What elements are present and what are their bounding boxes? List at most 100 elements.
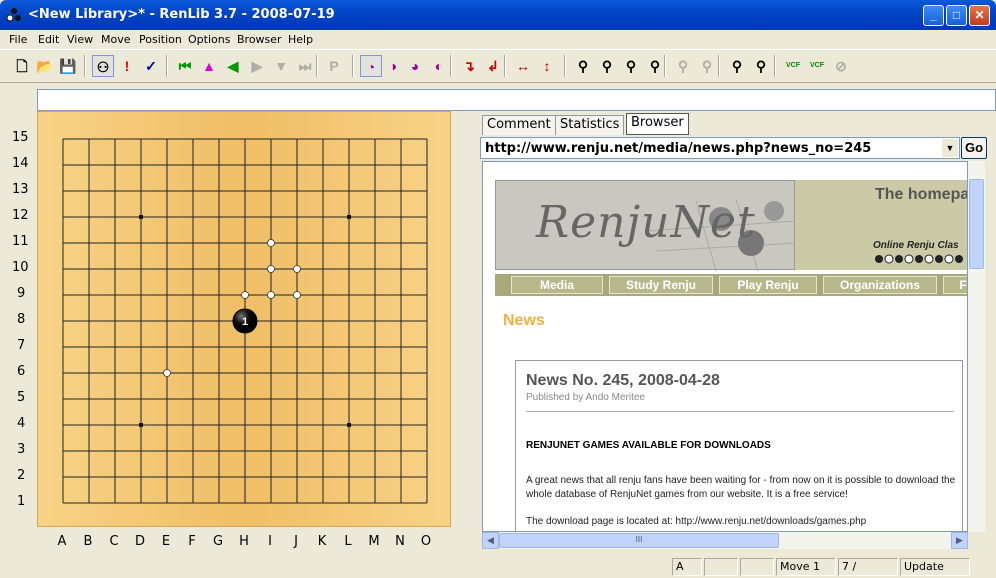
status-cell-3: [740, 558, 774, 576]
search-next-icon[interactable]: ⚲: [596, 55, 618, 77]
board-grid[interactable]: 1: [38, 112, 452, 528]
star-point: [347, 423, 351, 427]
rank-label: 1: [17, 494, 26, 509]
vcf-white-icon[interactable]: VCF: [806, 55, 828, 77]
new-file-icon[interactable]: 🗋: [11, 55, 33, 77]
rank-label: 4: [17, 416, 26, 431]
file-label: B: [83, 534, 93, 549]
tab-comment[interactable]: Comment: [482, 115, 556, 135]
find-next-icon[interactable]: ⚲: [750, 55, 772, 77]
horizontal-scroll-thumb[interactable]: III: [499, 533, 779, 548]
maximize-button[interactable]: □: [946, 5, 967, 26]
nav-play-renju[interactable]: Play Renju: [719, 276, 817, 294]
flip-horizontal-icon[interactable]: ↔: [512, 55, 534, 77]
rotate-90-icon[interactable]: ◑: [382, 55, 404, 77]
article-title: News No. 245, 2008-04-28: [526, 372, 720, 389]
nav-media[interactable]: Media: [511, 276, 603, 294]
scroll-left-icon[interactable]: ◀: [482, 532, 499, 549]
stop-search-icon[interactable]: ⊘: [830, 55, 852, 77]
up-branch-icon[interactable]: ▲: [198, 55, 220, 77]
horizontal-scrollbar[interactable]: ◀ III ▶: [482, 532, 968, 549]
open-folder-icon[interactable]: 📂: [34, 55, 56, 77]
rank-label: 3: [17, 442, 26, 457]
chevron-down-icon[interactable]: ▼: [942, 139, 958, 157]
article-divider: [526, 411, 954, 412]
find-similar-icon[interactable]: ⚲: [672, 55, 694, 77]
news-article: News No. 245, 2008-04-28 Published by An…: [515, 360, 963, 531]
menu-bar: File Edit View Move Position Options Bro…: [0, 30, 996, 49]
article-download-link[interactable]: The download page is located at: http://…: [526, 516, 956, 527]
menu-edit[interactable]: Edit: [38, 33, 59, 46]
forward-icon[interactable]: ▶: [246, 55, 268, 77]
url-field[interactable]: http://www.renju.net/media/news.php?news…: [480, 137, 960, 159]
file-label: L: [344, 534, 352, 549]
tab-statistics[interactable]: Statistics: [555, 115, 625, 135]
down-branch-icon[interactable]: ▼: [270, 55, 292, 77]
rotate-270-icon[interactable]: ◐: [428, 55, 450, 77]
pass-icon[interactable]: P: [323, 55, 345, 77]
menu-view[interactable]: View: [67, 33, 93, 46]
menu-help[interactable]: Help: [288, 33, 313, 46]
minimize-button[interactable]: _: [923, 5, 944, 26]
search-good-icon[interactable]: ⚲: [644, 55, 666, 77]
menu-browser[interactable]: Browser: [237, 33, 282, 46]
homepage-text: The homepa: [875, 186, 968, 203]
renlib-window: <New Library>* - RenLib 3.7 - 2008-07-19…: [0, 0, 996, 578]
menu-position[interactable]: Position: [139, 33, 182, 46]
status-move: Move 1: [776, 558, 836, 576]
nav-more[interactable]: F: [943, 276, 967, 294]
toolbar-separator: [664, 55, 666, 77]
stones-icon[interactable]: ⚇: [92, 55, 114, 77]
candidate-mark: [267, 291, 275, 299]
article-paragraph: A great news that all renju fans have be…: [526, 475, 956, 500]
candidate-mark: [267, 265, 275, 273]
file-label: C: [109, 534, 119, 549]
candidate-mark: [163, 369, 171, 377]
vertical-scroll-thumb[interactable]: [969, 179, 984, 269]
stones-decoration: [875, 254, 963, 264]
online-renju-text: Online Renju Clas: [873, 240, 959, 251]
vcf-black-icon[interactable]: VCF: [782, 55, 804, 77]
menu-file[interactable]: File: [9, 33, 27, 46]
nav-study-renju[interactable]: Study Renju: [609, 276, 713, 294]
tab-browser[interactable]: Browser: [626, 113, 689, 135]
file-label: J: [294, 534, 298, 549]
toolbar-separator: [352, 55, 354, 77]
toolbar: 🗋 📂 💾 ⚇! ✓ ⏮ ▲ ◀ ▶ ▼ ⏭ P ◔ ◑ ◕ ◐ ↴ ↲ ↔ ↕ ⚲ ⚲ ⚲ ⚲ ⚲ ⚲ ⚲ ⚲ VCF VCF ⊘: [0, 49, 996, 83]
turn-left-icon[interactable]: ↲: [482, 55, 504, 77]
mark-good-icon[interactable]: ✓: [140, 55, 162, 77]
browser-view[interactable]: RenjuNet The homepa Online Renju Clas Me…: [482, 161, 968, 532]
search-icon[interactable]: ⚲: [572, 55, 594, 77]
close-button[interactable]: ✕: [969, 5, 990, 26]
scroll-right-icon[interactable]: ▶: [951, 532, 968, 549]
window-title: <New Library>* - RenLib 3.7 - 2008-07-19: [28, 7, 335, 22]
news-heading: News: [503, 312, 545, 329]
toolbar-separator: [718, 55, 720, 77]
vertical-scrollbar[interactable]: [968, 161, 985, 532]
rank-label: 15: [12, 130, 29, 145]
go-button[interactable]: Go: [961, 137, 987, 159]
game-board[interactable]: 1: [37, 111, 451, 527]
menu-move[interactable]: Move: [101, 33, 131, 46]
file-label: N: [395, 534, 405, 549]
candidate-mark: [267, 239, 275, 247]
rotate-180-icon[interactable]: ◕: [404, 55, 426, 77]
save-icon[interactable]: 💾: [57, 55, 79, 77]
search-bad-icon[interactable]: ⚲: [620, 55, 642, 77]
find-variant-icon[interactable]: ⚲: [696, 55, 718, 77]
command-input[interactable]: [37, 89, 996, 111]
flip-vertical-icon[interactable]: ↕: [536, 55, 558, 77]
status-count: 7 / 289932: [838, 558, 898, 578]
first-move-icon[interactable]: ⏮: [174, 55, 196, 77]
menu-options[interactable]: Options: [188, 33, 230, 46]
rotate-0-icon[interactable]: ◔: [360, 55, 382, 77]
rank-label: 14: [12, 156, 29, 171]
file-label: G: [212, 534, 224, 549]
mark-bad-icon[interactable]: !: [116, 55, 138, 77]
status-cell-2: [704, 558, 738, 576]
last-move-icon[interactable]: ⏭: [294, 55, 316, 77]
find-previous-icon[interactable]: ⚲: [726, 55, 748, 77]
nav-organizations[interactable]: Organizations: [823, 276, 937, 294]
back-icon[interactable]: ◀: [222, 55, 244, 77]
turn-right-icon[interactable]: ↴: [458, 55, 480, 77]
